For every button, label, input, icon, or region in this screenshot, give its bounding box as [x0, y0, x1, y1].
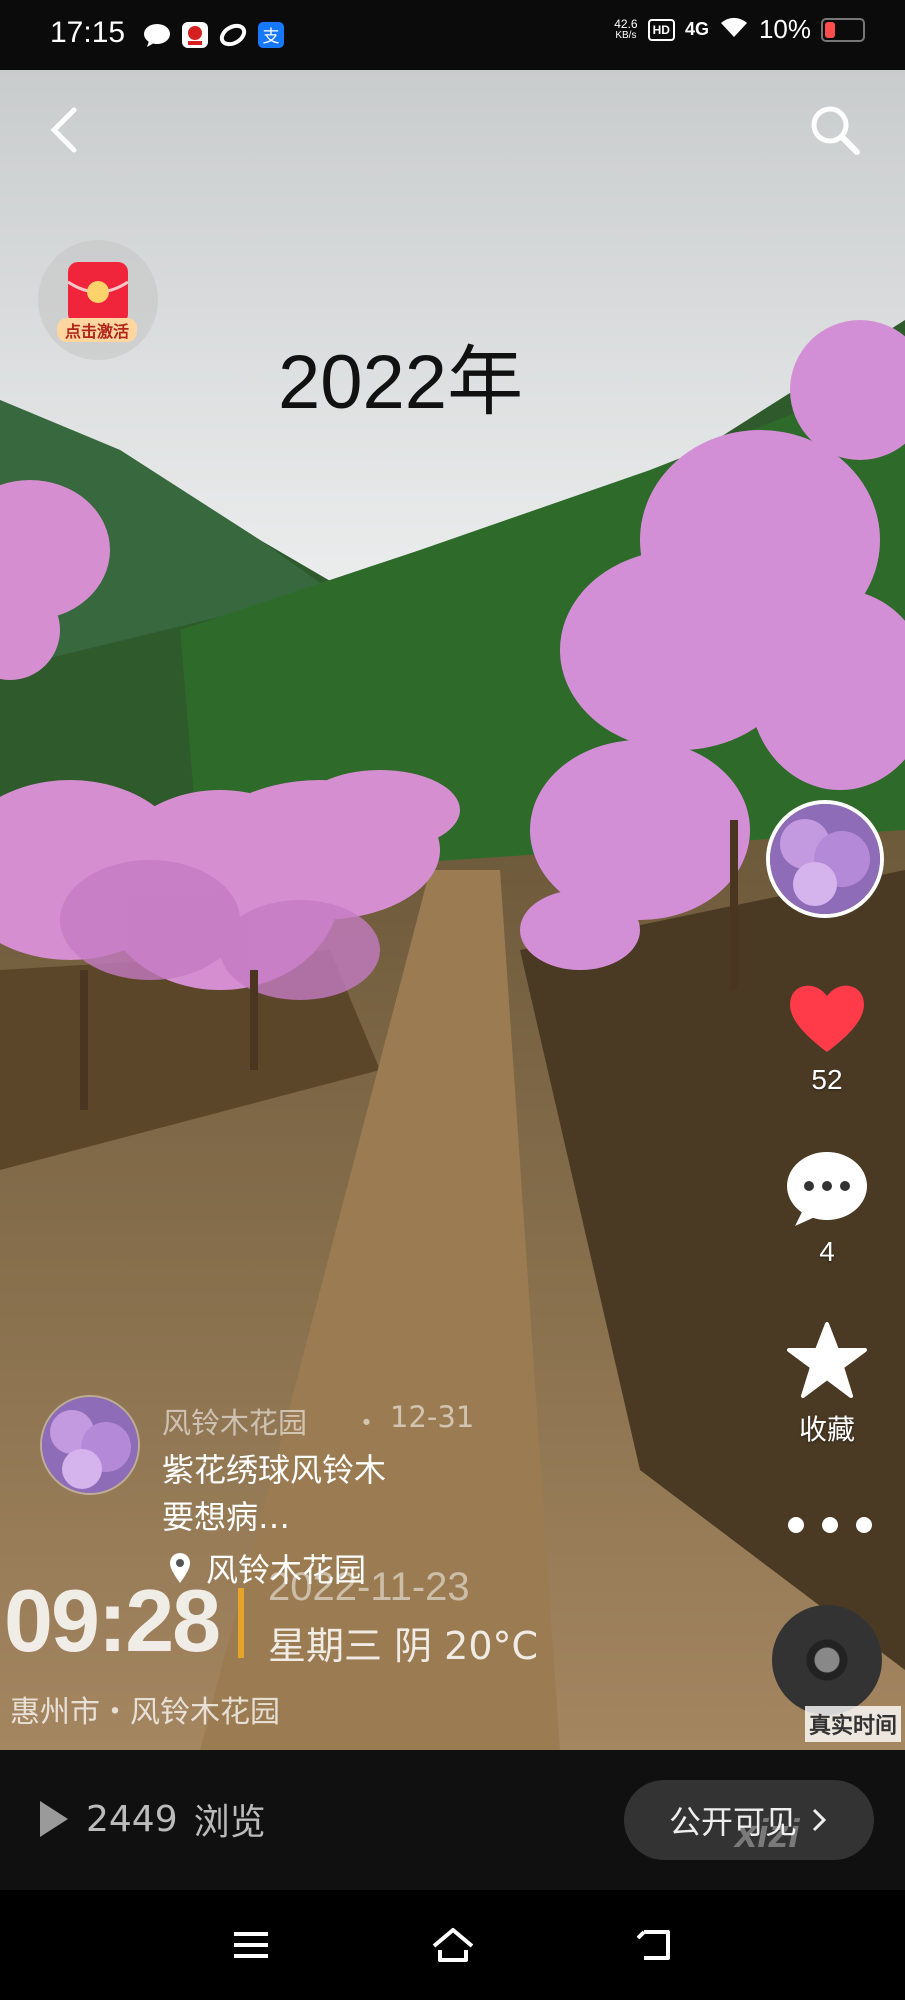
post-author-avatar[interactable] [40, 1395, 140, 1495]
status-time: 17:15 [50, 16, 126, 49]
battery-percent: 10% [758, 14, 811, 44]
heart-icon [790, 985, 864, 1052]
speed-value: 42.6 [614, 16, 638, 31]
back-button[interactable] [40, 100, 90, 160]
view-label: 浏览 [193, 1802, 266, 1843]
message-icon [142, 20, 172, 50]
favorite-button[interactable]: 收藏 [785, 1320, 869, 1448]
alipay-icon: 支 [256, 20, 286, 50]
watermark-real-time-badge: 真实时间 [805, 1706, 902, 1742]
avatar-image [770, 804, 880, 914]
red-packet-icon [67, 262, 129, 324]
promo-label: 点击激活 [57, 318, 137, 342]
view-count-group: 2449 浏览 [36, 1793, 266, 1845]
network-speed: 42.6 KB/s [614, 18, 637, 42]
post-description-line2[interactable]: 要想病… [162, 1492, 290, 1538]
wifi-icon [719, 15, 749, 44]
home-icon [432, 1928, 474, 1962]
battery-icon [821, 17, 865, 42]
like-button[interactable]: 52 [785, 980, 869, 1096]
author-avatar[interactable] [766, 800, 884, 918]
comment-count: 4 [819, 1236, 835, 1267]
post-description-line1[interactable]: 紫花绣球风铃木 [162, 1445, 386, 1491]
red-packet-button[interactable]: 点击激活 [38, 240, 158, 360]
back-chevron-icon [50, 107, 77, 153]
chevron-right-icon [812, 1808, 827, 1832]
watermark-place: 惠州市・风铃木花园 [10, 1695, 280, 1730]
comment-icon [787, 1152, 867, 1226]
search-icon [811, 106, 860, 155]
app-red-icon [180, 20, 210, 50]
favorite-label: 收藏 [798, 1414, 855, 1445]
system-nav-bar [0, 1890, 905, 2000]
post-photo[interactable]: 点击激活 2022年 52 4 收藏 风铃木花园 ・ 12-31 紫花绣球风铃木… [0, 70, 905, 1750]
menu-nav-button[interactable] [226, 1920, 276, 1970]
app-swirl-icon [218, 20, 248, 50]
post-date: 12-31 [390, 1400, 475, 1434]
site-watermark: xizi [735, 1812, 800, 1856]
watermark-weather: 星期三 阴 20°C [268, 1624, 539, 1668]
year-caption: 2022年 [278, 340, 524, 425]
watermark-date: 2022-11-23 [268, 1565, 470, 1609]
comment-button[interactable]: 4 [785, 1150, 869, 1268]
back-nav-button[interactable] [630, 1920, 680, 1970]
network-type: 4G [684, 19, 709, 39]
svg-text:支: 支 [263, 27, 280, 47]
speed-unit: KB/s [615, 29, 637, 41]
watermark-accent-bar [238, 1588, 244, 1658]
music-disc-icon[interactable] [772, 1605, 882, 1715]
play-icon [40, 1801, 68, 1837]
more-button[interactable] [788, 1510, 872, 1540]
hd-badge: HD [647, 18, 675, 41]
status-bar: 17:15 支 42.6 KB/s HD 4G 10% [0, 0, 905, 70]
more-dot-icon [822, 1517, 838, 1533]
back-nav-icon [636, 1930, 670, 1960]
menu-icon [234, 1932, 268, 1958]
star-icon [787, 1322, 867, 1398]
home-nav-button[interactable] [428, 1920, 478, 1970]
like-count: 52 [811, 1064, 843, 1095]
more-dot-icon [856, 1517, 872, 1533]
separator-dot: ・ [352, 1406, 382, 1440]
watermark-time: 09:28 [4, 1571, 221, 1670]
more-dot-icon [788, 1517, 804, 1533]
avatar-image [42, 1397, 138, 1493]
status-right-group: 42.6 KB/s HD 4G 10% [614, 14, 865, 45]
view-count: 2449 [86, 1798, 178, 1840]
post-author[interactable]: 风铃木花园 [162, 1400, 307, 1442]
search-button[interactable] [805, 100, 865, 160]
